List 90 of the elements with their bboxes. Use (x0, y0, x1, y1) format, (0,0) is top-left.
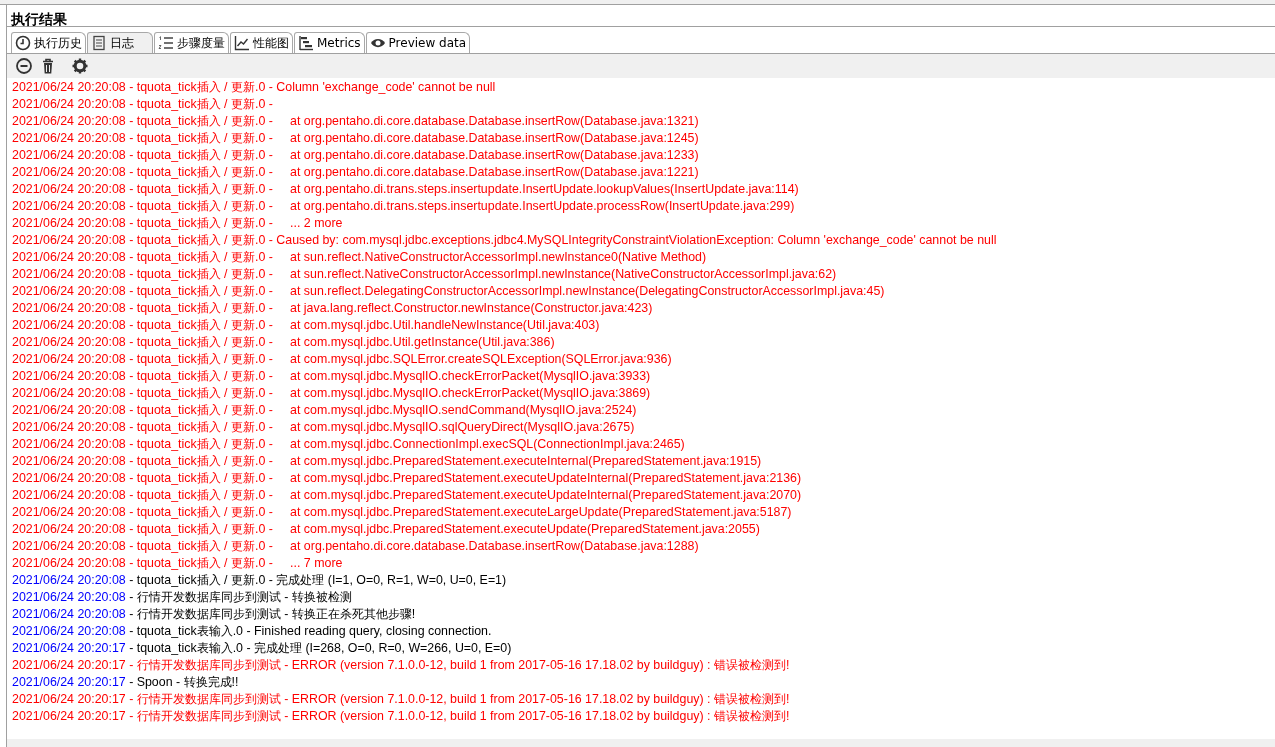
log-message: - tquota_tick插入 / 更新.0 - at com.mysql.jdbc.PreparedStatement.executeUpdateInternal(PreparedStatement.java:2070) (128, 488, 802, 502)
log-message: - tquota_tick插入 / 更新.0 - at com.mysql.jdbc.PreparedStatement.executeUpdateInternal(PreparedStatement.java:2136) (128, 471, 802, 485)
log-time: 2021/06/24 20:20:08 (12, 250, 126, 264)
log-message: - tquota_tick插入 / 更新.0 - at org.pentaho.di.core.database.Database.insertRow(Database.java:1245) (128, 131, 699, 145)
tab[interactable]: Metrics (294, 32, 365, 53)
log-time: 2021/06/24 20:20:08 (12, 556, 126, 570)
log-time: 2021/06/24 20:20:17 (12, 675, 126, 689)
log-message: - tquota_tick插入 / 更新.0 - ... 2 more (128, 216, 343, 230)
log-time: 2021/06/24 20:20:08 (12, 624, 126, 638)
gantt-icon (298, 35, 314, 51)
log-message: - tquota_tick插入 / 更新.0 - at sun.reflect.NativeConstructorAccessorImpl.newInstance(NativeConstructorAccessorImpl.java:62) (128, 267, 837, 281)
log-time: 2021/06/24 20:20:08 (12, 471, 126, 485)
log-time: 2021/06/24 20:20:08 (12, 301, 126, 315)
log-message: - tquota_tick表输入.0 - Finished reading query, closing connection. (128, 624, 492, 638)
log-time: 2021/06/24 20:20:08 (12, 522, 126, 536)
log-message: - tquota_tick插入 / 更新.0 - at com.mysql.jdbc.MysqlIO.sendCommand(MysqlIO.java:2524) (128, 403, 637, 417)
log-time: 2021/06/24 20:20:17 (12, 709, 126, 723)
log-message: - tquota_tick插入 / 更新.0 - Caused by: com.mysql.jdbc.exceptions.jdbc4.MySQLIntegrityConstraintViolationException: Column 'exchange_code' cannot be null (128, 233, 997, 247)
panel-title: 执行结果 (6, 5, 1275, 27)
log-time: 2021/06/24 20:20:08 (12, 505, 126, 519)
log-time: 2021/06/24 20:20:08 (12, 80, 126, 94)
log-time: 2021/06/24 20:20:08 (12, 233, 126, 247)
log-message: - tquota_tick插入 / 更新.0 - (128, 97, 274, 111)
stop-icon[interactable] (15, 57, 33, 75)
log-message: - tquota_tick插入 / 更新.0 - at com.mysql.jdbc.MysqlIO.checkErrorPacket(MysqlIO.java:3869) (128, 386, 651, 400)
log-time: 2021/06/24 20:20:08 (12, 454, 126, 468)
log-message: - tquota_tick插入 / 更新.0 - at sun.reflect.NativeConstructorAccessorImpl.newInstance0(Native Method) (128, 250, 707, 264)
log-message: - 行情开发数据库同步到测试 - ERROR (version 7.1.0.0-12, build 1 from 2017-05-16 17.18.02 by buildguy) : 错误被检测到! (128, 658, 790, 672)
log-message: - tquota_tick插入 / 更新.0 - at com.mysql.jdbc.Util.getInstance(Util.java:386) (128, 335, 555, 349)
tab[interactable]: Preview data (365, 32, 471, 53)
log-message: - tquota_tick插入 / 更新.0 - at org.pentaho.di.core.database.Database.insertRow(Database.java:1288) (128, 539, 699, 553)
log-message: - tquota_tick插入 / 更新.0 - at com.mysql.jdbc.MysqlIO.sqlQueryDirect(MysqlIO.java:2675) (128, 420, 635, 434)
log-message: - tquota_tick插入 / 更新.0 - at org.pentaho.di.trans.steps.insertupdate.InsertUpdate.processRow(InsertUpdate.java:299) (128, 199, 795, 213)
clock-icon (15, 35, 31, 51)
log-time: 2021/06/24 20:20:08 (12, 148, 126, 162)
log-time: 2021/06/24 20:20:08 (12, 573, 126, 587)
tab[interactable]: 执行历史 (11, 32, 86, 53)
list-icon (158, 35, 174, 51)
log-time: 2021/06/24 20:20:08 (12, 284, 126, 298)
log-time: 2021/06/24 20:20:08 (12, 369, 126, 383)
log-time: 2021/06/24 20:20:17 (12, 641, 126, 655)
log-message: - tquota_tick插入 / 更新.0 - 完成处理 (I=1, O=0, R=1, W=0, U=0, E=1) (128, 573, 507, 587)
log-time: 2021/06/24 20:20:08 (12, 335, 126, 349)
log-message: - tquota_tick插入 / 更新.0 - at com.mysql.jdbc.SQLError.createSQLException(SQLError.java:936) (128, 352, 672, 366)
log-message: - tquota_tick表输入.0 - 完成处理 (I=268, O=0, R=0, W=266, U=0, E=0) (128, 641, 512, 655)
log-time: 2021/06/24 20:20:08 (12, 267, 126, 281)
log-time: 2021/06/24 20:20:08 (12, 318, 126, 332)
log-message: - 行情开发数据库同步到测试 - 转换正在杀死其他步骤! (128, 607, 416, 621)
log-time: 2021/06/24 20:20:08 (12, 539, 126, 553)
log-time: 2021/06/24 20:20:08 (12, 607, 126, 621)
log-time: 2021/06/24 20:20:08 (12, 437, 126, 451)
log-time: 2021/06/24 20:20:08 (12, 216, 126, 230)
log-message: - 行情开发数据库同步到测试 - 转换被检测 (128, 590, 352, 604)
log-message: - tquota_tick插入 / 更新.0 - at com.mysql.jdbc.MysqlIO.checkErrorPacket(MysqlIO.java:3933) (128, 369, 651, 383)
log-message: - tquota_tick插入 / 更新.0 - at org.pentaho.di.core.database.Database.insertRow(Database.java:1221) (128, 165, 699, 179)
log-time: 2021/06/24 20:20:08 (12, 352, 126, 366)
log-message: - tquota_tick插入 / 更新.0 - at com.mysql.jdbc.PreparedStatement.executeUpdate(PreparedStatement.java:2055) (128, 522, 760, 536)
log-message: - tquota_tick插入 / 更新.0 - at com.mysql.jdbc.Util.handleNewInstance(Util.java:403) (128, 318, 600, 332)
log-message: - tquota_tick插入 / 更新.0 - at com.mysql.jdbc.PreparedStatement.executeInternal(PreparedStatement.java:1915) (128, 454, 762, 468)
log-time: 2021/06/24 20:20:17 (12, 692, 126, 706)
settings-icon[interactable] (71, 57, 89, 75)
log-time: 2021/06/24 20:20:08 (12, 420, 126, 434)
log-message: - 行情开发数据库同步到测试 - ERROR (version 7.1.0.0-12, build 1 from 2017-05-16 17.18.02 by buildguy) : 错误被检测到! (128, 692, 790, 706)
doc-icon (91, 35, 107, 51)
log-message: - Spoon - 转换完成!! (128, 675, 239, 689)
tab[interactable]: 日志 (87, 32, 153, 53)
log-message: - tquota_tick插入 / 更新.0 - at org.pentaho.di.core.database.Database.insertRow(Database.java:1233) (128, 148, 699, 162)
log-message: - tquota_tick插入 / 更新.0 - ... 7 more (128, 556, 343, 570)
tab[interactable]: 性能图 (230, 32, 293, 53)
log-time: 2021/06/24 20:20:08 (12, 131, 126, 145)
log-time: 2021/06/24 20:20:08 (12, 114, 126, 128)
log-time: 2021/06/24 20:20:08 (12, 165, 126, 179)
log-time: 2021/06/24 20:20:08 (12, 199, 126, 213)
log-message: - tquota_tick插入 / 更新.0 - at com.mysql.jdbc.ConnectionImpl.execSQL(ConnectionImpl.java:2465) (128, 437, 685, 451)
log-message: - tquota_tick插入 / 更新.0 - at com.mysql.jdbc.PreparedStatement.executeLargeUpdate(PreparedStatement.java:5187) (128, 505, 792, 519)
log-time: 2021/06/24 20:20:17 (12, 658, 126, 672)
chart-icon (234, 35, 250, 51)
log-time: 2021/06/24 20:20:08 (12, 386, 126, 400)
log-time: 2021/06/24 20:20:08 (12, 97, 126, 111)
log-time: 2021/06/24 20:20:08 (12, 182, 126, 196)
log-time: 2021/06/24 20:20:08 (12, 590, 126, 604)
log-time: 2021/06/24 20:20:08 (12, 488, 126, 502)
log-message: - tquota_tick插入 / 更新.0 - Column 'exchange_code' cannot be null (128, 80, 496, 94)
log-message: - tquota_tick插入 / 更新.0 - at java.lang.reflect.Constructor.newInstance(Constructor.java:423) (128, 301, 653, 315)
log-message: - 行情开发数据库同步到测试 - ERROR (version 7.1.0.0-12, build 1 from 2017-05-16 17.18.02 by buildguy) : 错误被检测到! (128, 709, 790, 723)
log-message: - tquota_tick插入 / 更新.0 - at sun.reflect.DelegatingConstructorAccessorImpl.newInstance(DelegatingConstructorAccessorImpl.java:45) (128, 284, 885, 298)
log-message: - tquota_tick插入 / 更新.0 - at org.pentaho.di.trans.steps.insertupdate.InsertUpdate.lookupValues(InsertUpdate.java:114) (128, 182, 799, 196)
log-message: - tquota_tick插入 / 更新.0 - at org.pentaho.di.core.database.Database.insertRow(Database.java:1321) (128, 114, 699, 128)
log-time: 2021/06/24 20:20:08 (12, 403, 126, 417)
tab[interactable]: 步骤度量 (154, 32, 229, 53)
